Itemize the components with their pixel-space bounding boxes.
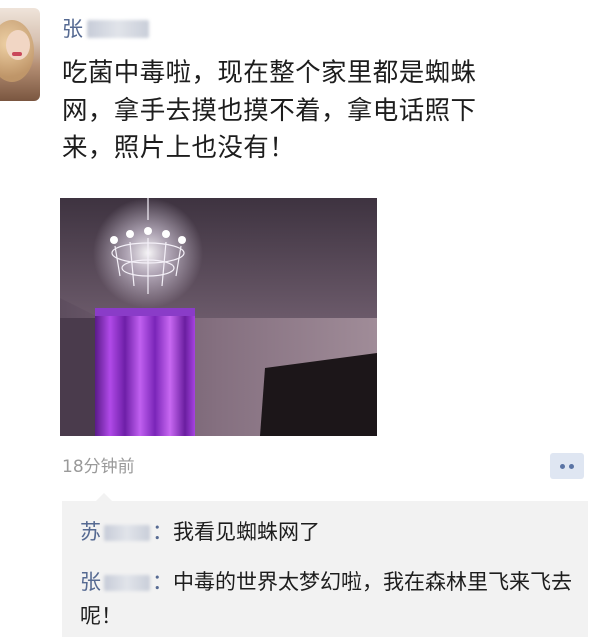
comment-author-blurred [104, 575, 150, 591]
comment-separator: ： [152, 570, 173, 594]
post-time: 18分钟前 [62, 457, 135, 477]
post-author-row: 张 [62, 14, 149, 44]
author-avatar[interactable] [0, 8, 40, 101]
comment-separator: ： [152, 520, 173, 544]
author-name-blurred [87, 20, 149, 38]
post-photo[interactable] [60, 198, 377, 436]
comment-author[interactable]: 苏 [80, 520, 101, 544]
post-author-name[interactable]: 张 [62, 14, 83, 44]
avatar-lips [12, 52, 22, 56]
comment-item[interactable]: 张：中毒的世界太梦幻啦，我在森林里飞来飞去呢！ [80, 565, 580, 633]
comments-pointer [96, 493, 112, 501]
comment-text: 我看见蜘蛛网了 [173, 520, 320, 544]
comment-author[interactable]: 张 [80, 570, 101, 594]
comment-item[interactable]: 苏 ：我看见蜘蛛网了 [80, 515, 320, 549]
comments-panel: 苏：我看见蜘蛛网了 张：中毒的世界太梦幻啦，我在森林里飞来飞去呢！ [62, 501, 588, 637]
room-photo-svg [60, 198, 377, 436]
comment-author-blurred [104, 525, 150, 541]
post-text: 吃菌中毒啦，现在整个家里都是蜘蛛 网，拿手去摸也摸不着，拿电话照下 来，照片上也… [62, 58, 477, 163]
comment-dots-icon[interactable] [550, 453, 584, 479]
